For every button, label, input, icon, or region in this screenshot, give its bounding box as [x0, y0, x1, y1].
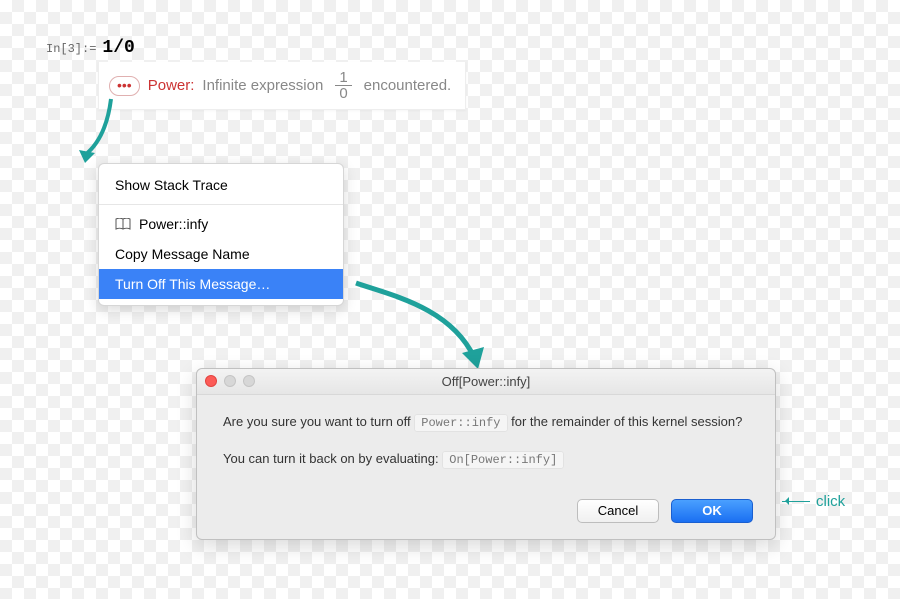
- menu-separator: [99, 204, 343, 205]
- message-text-after: encountered.: [364, 77, 452, 94]
- menu-item-label: Turn Off This Message…: [115, 276, 270, 292]
- message-context-menu: Show Stack Trace Power::infy Copy Messag…: [98, 163, 344, 306]
- arrow-left-icon: [782, 501, 810, 502]
- message-output: ••• Power: Infinite expression 1 0 encou…: [98, 62, 466, 110]
- arrow-icon: [75, 95, 125, 173]
- arrow-icon: [350, 277, 500, 377]
- close-window-button[interactable]: [205, 375, 217, 387]
- fraction-numerator: 1: [335, 70, 351, 86]
- in-expression: 1/0: [102, 38, 134, 58]
- notebook-input-row: In[3]:= 1/0: [46, 38, 135, 58]
- confirm-dialog: Off[Power::infy] Are you sure you want t…: [196, 368, 776, 540]
- in-label: In[3]:=: [46, 38, 96, 56]
- message-text-before: Infinite expression: [202, 77, 323, 94]
- minimize-window-button[interactable]: [224, 375, 236, 387]
- menu-item-copy-message-name[interactable]: Copy Message Name: [99, 239, 343, 269]
- menu-item-show-stack-trace[interactable]: Show Stack Trace: [99, 170, 343, 200]
- menu-item-label: Show Stack Trace: [115, 177, 228, 193]
- dialog-line-2: You can turn it back on by evaluating: O…: [223, 450, 749, 469]
- menu-item-turn-off-message[interactable]: Turn Off This Message…: [99, 269, 343, 299]
- dialog-title: Off[Power::infy]: [442, 374, 531, 389]
- code-chip: On[Power::infy]: [442, 451, 564, 469]
- window-controls: [205, 375, 255, 387]
- cancel-button[interactable]: Cancel: [577, 499, 659, 523]
- menu-item-label: Power::infy: [139, 216, 208, 232]
- dialog-body: Are you sure you want to turn off Power:…: [197, 395, 775, 493]
- dialog-titlebar: Off[Power::infy]: [197, 369, 775, 395]
- zoom-window-button[interactable]: [243, 375, 255, 387]
- book-icon: [115, 218, 131, 230]
- menu-item-label: Copy Message Name: [115, 246, 250, 262]
- message-options-button[interactable]: •••: [109, 76, 140, 96]
- dialog-line-1: Are you sure you want to turn off Power:…: [223, 413, 749, 432]
- dialog-footer: Cancel OK: [197, 493, 775, 539]
- menu-item-symbol-doc[interactable]: Power::infy: [99, 209, 343, 239]
- ok-button[interactable]: OK: [671, 499, 753, 523]
- click-label: click: [816, 493, 845, 510]
- click-annotation: click: [782, 493, 845, 510]
- message-fraction: 1 0: [335, 70, 351, 101]
- code-chip: Power::infy: [414, 414, 507, 432]
- fraction-denominator: 0: [335, 86, 351, 101]
- message-tag: Power:: [148, 77, 195, 94]
